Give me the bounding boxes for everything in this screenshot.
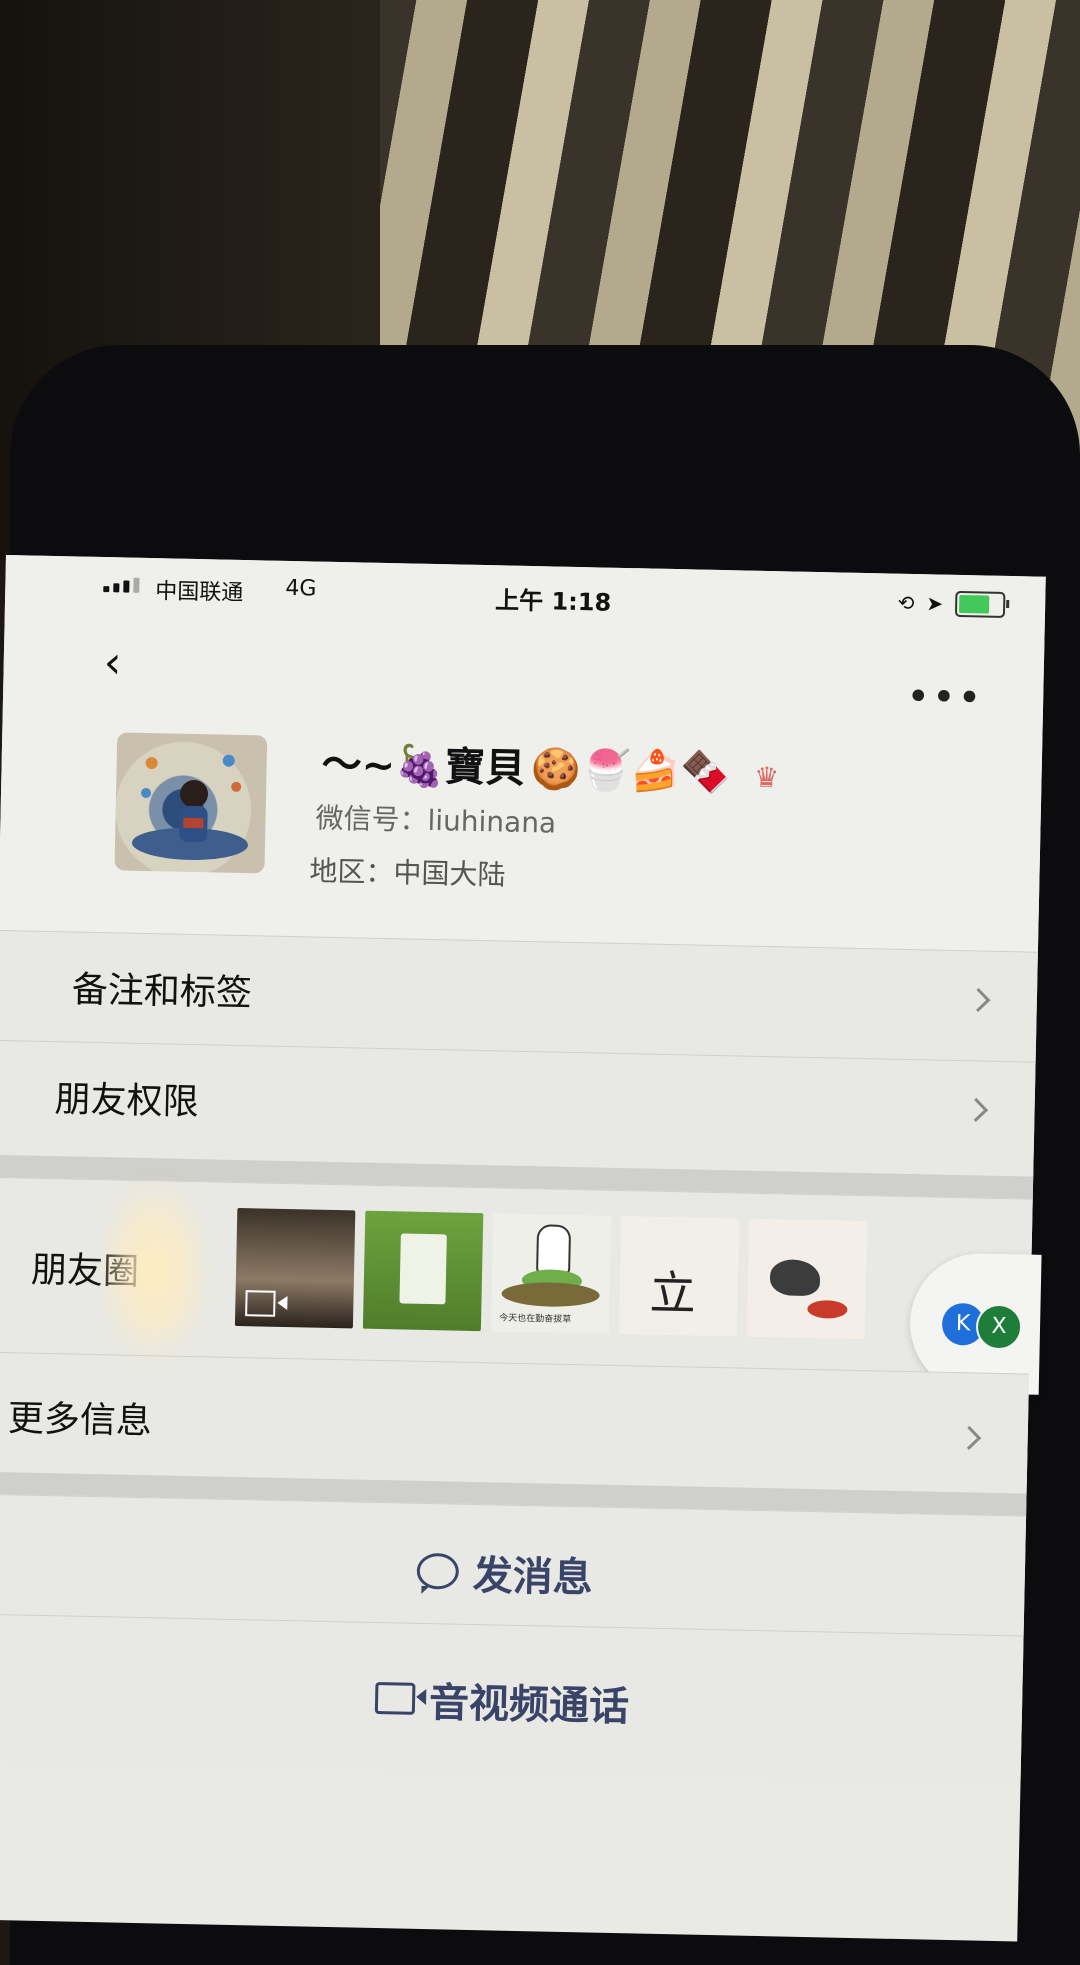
thumb-caption: 今天也在勤奋拔草	[499, 1313, 572, 1326]
moments-thumb-video	[234, 1207, 356, 1329]
moments-thumb-calligraphy: 立春	[618, 1216, 740, 1337]
wechat-id-label: 微信号：	[315, 801, 428, 837]
send-message-button[interactable]: 发消息	[0, 1493, 1027, 1637]
chevron-right-icon	[966, 987, 991, 1012]
location-icon: ➤	[926, 591, 944, 616]
nickname-prefix: 〜~	[321, 741, 396, 790]
region-label: 地区：	[309, 854, 394, 890]
floating-app-badge: X	[975, 1303, 1023, 1351]
chevron-left-icon[interactable]: ‹	[103, 637, 122, 688]
chevron-right-icon	[957, 1425, 982, 1450]
nickname-emoji-row: 🍪🍧🍰🍫	[530, 745, 730, 796]
nickname-name: 寶貝	[444, 744, 526, 792]
cake-emoji: 🍰	[630, 748, 681, 796]
cookie-emoji: 🍪	[530, 746, 582, 794]
light-glare	[100, 1180, 210, 1360]
video-icon	[245, 1290, 276, 1317]
carrier-name: 中国联通	[155, 579, 244, 606]
avatar-illustration	[132, 754, 248, 860]
moments-thumbnails: 今天也在勤奋拔草 立春	[234, 1207, 868, 1340]
av-call-label: 音视频通话	[428, 1680, 630, 1731]
more-options-button[interactable]: •••	[906, 674, 984, 722]
chocolate-emoji: 🍫	[679, 749, 731, 797]
more-info-row[interactable]: 更多信息	[0, 1351, 1030, 1495]
rotation-lock-icon: ⟲	[897, 590, 915, 616]
profile-nickname: 〜~🍇寶貝 🍪🍧🍰🍫 ♛	[321, 732, 780, 800]
moments-thumb-cartoon: 今天也在勤奋拔草	[490, 1213, 612, 1334]
wechat-id-row: 微信号：liuhinana	[315, 797, 556, 842]
moments-thumb-rat	[746, 1218, 868, 1340]
avatar[interactable]	[114, 732, 268, 874]
send-message-label: 发消息	[472, 1553, 594, 1602]
video-camera-icon	[374, 1681, 416, 1715]
remarks-tags-label: 备注和标签	[71, 969, 253, 1015]
signal-icon	[103, 577, 140, 593]
gender-female-icon: ♛	[753, 760, 780, 795]
moments-thumb-green	[362, 1210, 484, 1332]
region-row: 地区：中国大陆	[309, 849, 506, 893]
clock: 上午 1:18	[494, 586, 612, 617]
chat-bubble-icon	[416, 1552, 460, 1590]
friend-permissions-label: 朋友权限	[54, 1079, 200, 1124]
region-value: 中国大陆	[393, 856, 506, 892]
network-type: 4G	[285, 575, 317, 602]
shaved-ice-emoji: 🍧	[580, 747, 632, 795]
av-call-button[interactable]: 音视频通话	[0, 1613, 1024, 1787]
chevron-right-icon	[964, 1097, 989, 1122]
grape-emoji: 🍇	[394, 743, 446, 791]
battery-icon	[954, 590, 1006, 618]
more-info-label: 更多信息	[7, 1398, 153, 1443]
friend-permissions-row[interactable]: 朋友权限	[0, 1039, 1036, 1178]
status-right: ⟲ ➤	[897, 590, 1006, 618]
wechat-id-value: liuhinana	[427, 803, 557, 840]
profile-card: 〜~🍇寶貝 🍪🍧🍰🍫 ♛ 微信号：liuhinana 地区：中国大陆	[0, 714, 1043, 952]
calligraphy-text: 立春	[648, 1265, 697, 1337]
